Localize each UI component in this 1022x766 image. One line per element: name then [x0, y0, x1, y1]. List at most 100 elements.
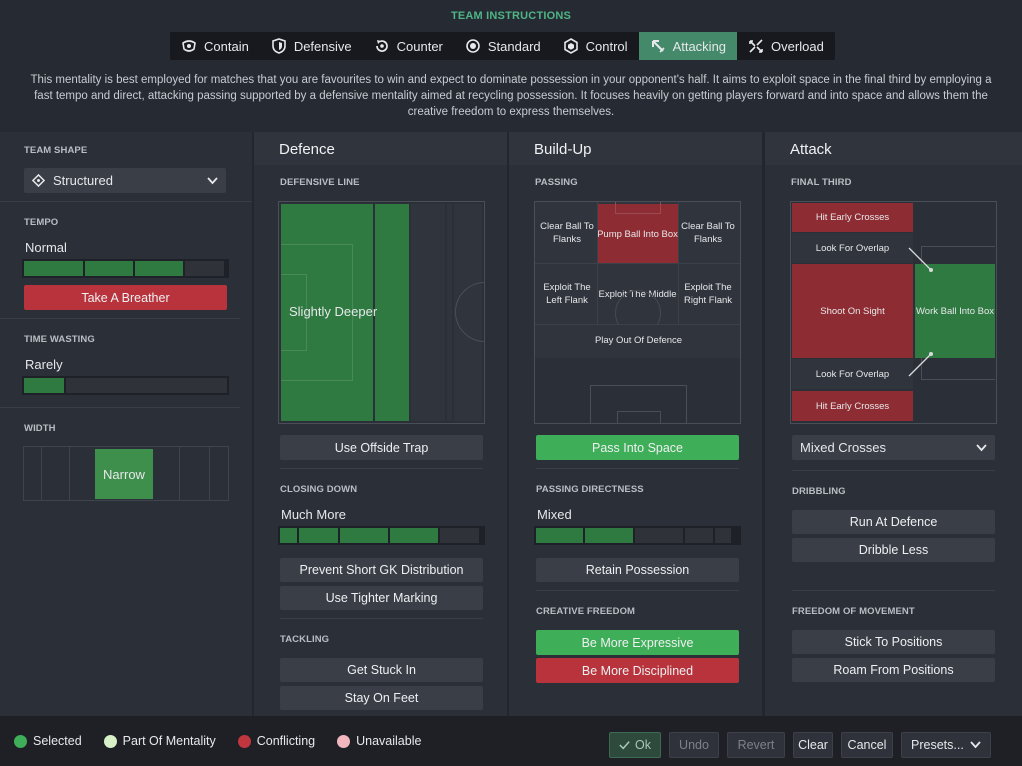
tab-counter[interactable]: Counter — [363, 32, 454, 60]
legend-label: Selected — [33, 734, 82, 748]
tab-label: Standard — [487, 38, 541, 54]
defensive-line-value: Slightly Deeper — [289, 304, 378, 319]
be-more-disciplined-button[interactable]: Be More Disciplined — [536, 658, 739, 683]
stay-on-feet-button[interactable]: Stay On Feet — [280, 686, 483, 710]
team-shape-value: Structured — [53, 173, 113, 188]
check-icon — [619, 741, 630, 750]
pitch-line — [179, 447, 180, 500]
tab-label: Control — [585, 38, 628, 54]
tab-standard[interactable]: Standard — [454, 32, 552, 60]
tempo-value: Normal — [25, 240, 67, 255]
final-third-pitch[interactable]: Hit Early Crosses Look For Overlap Shoot… — [790, 201, 997, 424]
divider — [280, 618, 483, 619]
tab-label: Defensive — [293, 38, 352, 54]
standard-icon — [466, 39, 480, 53]
use-tighter-marking-button[interactable]: Use Tighter Marking — [280, 586, 483, 610]
passing-pitch[interactable]: Clear Ball To Flanks Pump Ball Into Box … — [534, 201, 741, 424]
exploit-right-flank-cell[interactable]: Exploit The Right Flank — [678, 264, 738, 324]
divider — [536, 468, 739, 469]
shoot-on-sight-cell[interactable]: Shoot On Sight — [792, 264, 913, 358]
final-third-label: FINAL THIRD — [791, 177, 852, 188]
undo-button[interactable]: Undo — [669, 732, 719, 758]
tab-overload[interactable]: Overload — [737, 32, 835, 60]
defensive-line-zone — [411, 204, 445, 421]
use-offside-trap-button[interactable]: Use Offside Trap — [280, 435, 483, 460]
hit-early-crosses-bottom-cell[interactable]: Hit Early Crosses — [792, 391, 913, 421]
page-title: TEAM INSTRUCTIONS — [450, 10, 572, 22]
revert-button[interactable]: Revert — [727, 732, 785, 758]
tab-control[interactable]: Control — [552, 32, 639, 60]
diamond-icon — [32, 174, 45, 187]
attacking-icon — [651, 40, 665, 53]
pitch-line — [41, 447, 42, 500]
stick-to-positions-button[interactable]: Stick To Positions — [792, 630, 995, 654]
legend-unavailable: Unavailable — [337, 734, 421, 748]
selected-dot — [14, 734, 27, 748]
clear-ball-left-cell[interactable]: Clear Ball To Flanks — [537, 204, 597, 262]
chevron-down-icon — [207, 176, 218, 184]
slider-segment — [85, 261, 133, 276]
prevent-short-gk-button[interactable]: Prevent Short GK Distribution — [280, 558, 483, 582]
slider-segment — [440, 528, 479, 543]
look-for-overlap-top-cell[interactable]: Look For Overlap — [792, 233, 913, 263]
control-icon — [563, 38, 578, 54]
look-for-overlap-bottom-cell[interactable]: Look For Overlap — [792, 359, 913, 389]
pitch-line — [69, 447, 70, 500]
six-yard-box — [617, 411, 661, 423]
pass-into-space-button[interactable]: Pass Into Space — [536, 435, 739, 460]
tackling-label: TACKLING — [280, 634, 330, 645]
presets-dropdown[interactable]: Presets... — [901, 732, 991, 758]
clear-ball-right-cell[interactable]: Clear Ball To Flanks — [678, 204, 738, 262]
chevron-down-icon — [970, 741, 981, 749]
crosses-dropdown[interactable]: Mixed Crosses — [792, 435, 995, 460]
slider-segment — [685, 528, 713, 543]
legend-conflicting: Conflicting — [237, 734, 315, 748]
exploit-left-flank-cell[interactable]: Exploit The Left Flank — [537, 264, 597, 324]
retain-possession-button[interactable]: Retain Possession — [536, 558, 739, 582]
closing-down-slider[interactable] — [278, 526, 485, 545]
dribble-less-button[interactable]: Dribble Less — [792, 538, 995, 562]
tempo-slider[interactable] — [22, 259, 229, 278]
passing-label: PASSING — [535, 177, 578, 188]
mentality-description: This mentality is best employed for matc… — [30, 74, 992, 118]
slider-segment — [340, 528, 388, 543]
passing-directness-slider[interactable] — [534, 526, 741, 545]
be-more-expressive-button[interactable]: Be More Expressive — [536, 630, 739, 655]
conflicting-dot — [237, 734, 251, 748]
divider — [0, 318, 240, 319]
defence-header: Defence — [254, 132, 507, 165]
tab-attacking[interactable]: Attacking — [638, 32, 738, 60]
cancel-button[interactable]: Cancel — [841, 732, 893, 758]
run-at-defence-button[interactable]: Run At Defence — [792, 510, 995, 534]
time-wasting-slider[interactable] — [22, 376, 229, 395]
get-stuck-in-button[interactable]: Get Stuck In — [280, 658, 483, 682]
chevron-down-icon — [976, 443, 987, 451]
left-panel: TEAM SHAPE Structured TEMPO Normal Take … — [0, 132, 252, 716]
legend-label: Part Of Mentality — [122, 734, 216, 748]
tab-label: Attacking — [672, 38, 727, 54]
unavailable-dot — [337, 734, 351, 748]
footer-buttons: Ok Undo Revert Clear Cancel Presets... — [609, 732, 991, 758]
take-a-breather-button[interactable]: Take A Breather — [24, 285, 227, 310]
tab-contain[interactable]: Contain — [170, 32, 260, 60]
passing-directness-label: PASSING DIRECTNESS — [536, 484, 644, 495]
width-pitch[interactable]: Narrow — [23, 446, 229, 501]
defensive-line-pitch[interactable]: Slightly Deeper — [278, 201, 485, 424]
defensive-line-zone — [375, 204, 409, 421]
attack-column: Attack FINAL THIRD Hit Early Crosses Loo… — [765, 132, 1022, 716]
legend-selected: Selected — [14, 734, 82, 748]
tab-label: Counter — [396, 38, 443, 54]
play-out-of-defence-cell[interactable]: Play Out Of Defence — [537, 325, 740, 356]
overload-icon — [749, 39, 763, 53]
team-shape-dropdown[interactable]: Structured — [24, 168, 226, 193]
divider — [792, 470, 995, 471]
ok-button[interactable]: Ok — [609, 732, 661, 758]
six-yard-box — [615, 202, 661, 214]
tab-defensive[interactable]: Defensive — [260, 32, 363, 60]
clear-button[interactable]: Clear — [793, 732, 833, 758]
hit-early-crosses-top-cell[interactable]: Hit Early Crosses — [792, 203, 913, 232]
tab-label: Overload — [771, 38, 824, 54]
creative-freedom-label: CREATIVE FREEDOM — [536, 606, 636, 617]
overlap-arrows — [908, 247, 933, 377]
roam-from-positions-button[interactable]: Roam From Positions — [792, 658, 995, 682]
